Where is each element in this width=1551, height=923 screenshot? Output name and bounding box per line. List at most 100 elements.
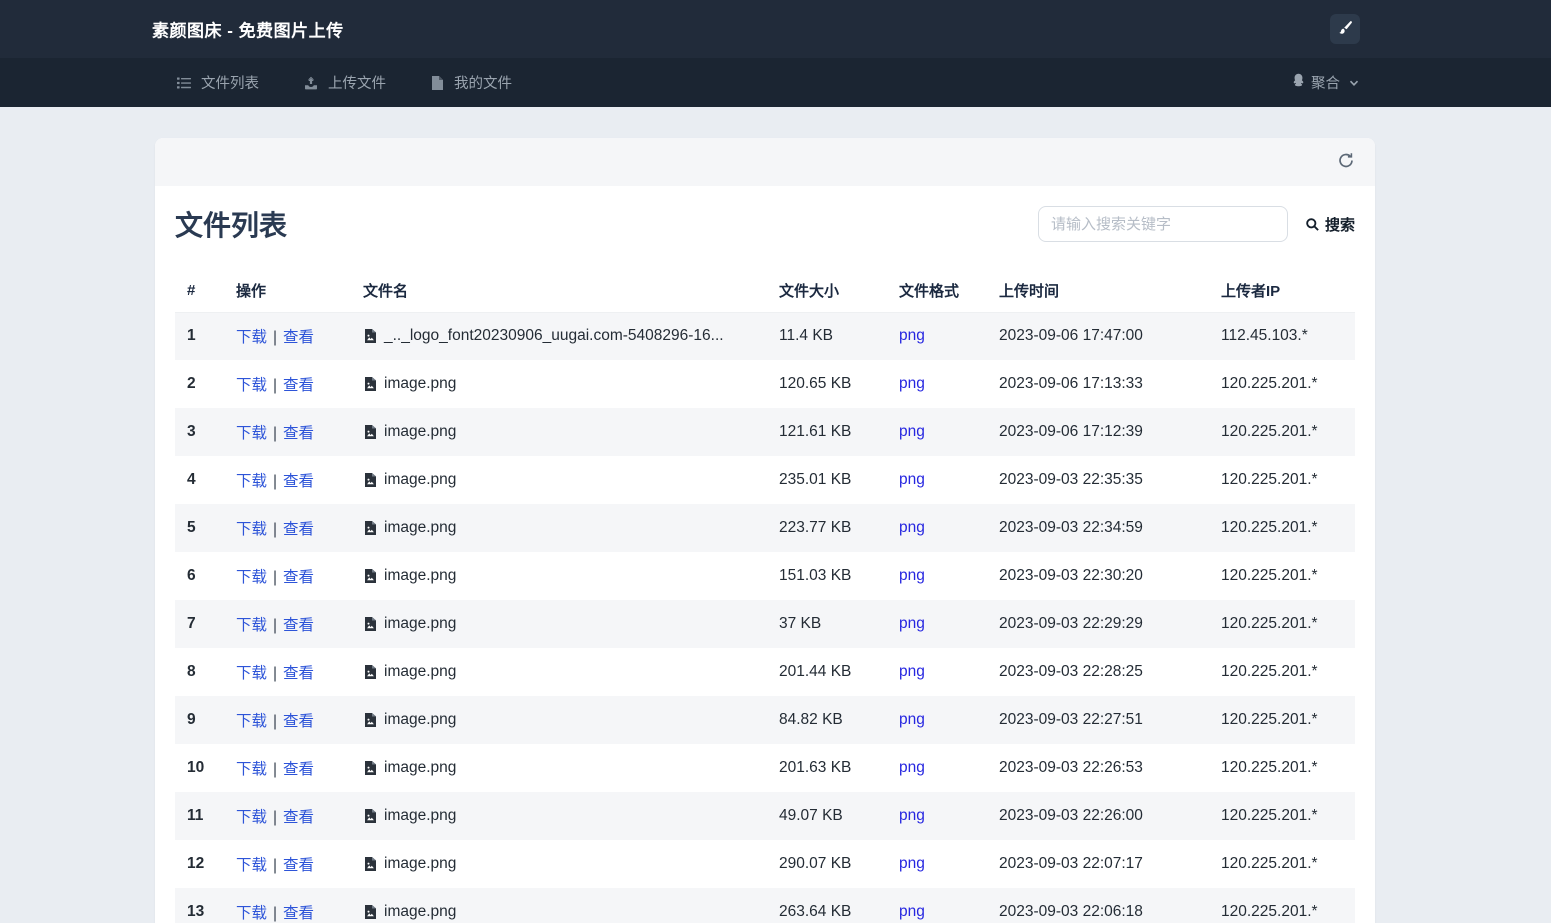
row-actions: 下载 | 查看: [224, 600, 351, 648]
download-link[interactable]: 下载: [236, 617, 267, 634]
format-link[interactable]: png: [899, 759, 925, 776]
action-separator: |: [273, 905, 278, 922]
col-header-ip: 上传者IP: [1209, 270, 1355, 313]
row-ip: 112.45.103.*: [1221, 327, 1308, 345]
view-link[interactable]: 查看: [283, 665, 314, 682]
row-filename-cell: image.png: [351, 840, 767, 888]
format-link[interactable]: png: [899, 711, 925, 728]
row-ip: 120.225.201.*: [1221, 423, 1318, 440]
table-row: 5 下载 | 查看 image.png 223.77 KB png 2023-09-…: [175, 504, 1355, 552]
download-link[interactable]: 下载: [236, 713, 267, 730]
view-link[interactable]: 查看: [283, 809, 314, 826]
download-link[interactable]: 下载: [236, 377, 267, 394]
download-link[interactable]: 下载: [236, 425, 267, 442]
view-link[interactable]: 查看: [283, 473, 314, 490]
view-link[interactable]: 查看: [283, 377, 314, 394]
row-time: 2023-09-03 22:27:51: [999, 711, 1143, 728]
row-time: 2023-09-03 22:07:17: [999, 855, 1143, 872]
theme-toggle-button[interactable]: [1330, 14, 1360, 44]
download-link[interactable]: 下载: [236, 521, 267, 538]
view-link[interactable]: 查看: [283, 905, 314, 922]
row-filename-cell: image.png: [351, 888, 767, 923]
nav-item-label: 上传文件: [328, 76, 386, 92]
format-link[interactable]: png: [899, 519, 925, 536]
download-link[interactable]: 下载: [236, 761, 267, 778]
row-actions: 下载 | 查看: [224, 408, 351, 456]
action-separator: |: [273, 569, 278, 586]
format-link[interactable]: png: [899, 903, 925, 920]
refresh-button[interactable]: [1335, 150, 1357, 175]
format-link[interactable]: png: [899, 807, 925, 824]
view-link[interactable]: 查看: [283, 713, 314, 730]
view-link[interactable]: 查看: [283, 329, 314, 346]
file-table: # 操作 文件名 文件大小 文件格式 上传时间 上传者IP 1 下载 | 查看: [175, 270, 1355, 923]
row-filename-cell: image.png: [351, 360, 767, 408]
filename: image.png: [384, 710, 457, 728]
format-link[interactable]: png: [899, 663, 925, 680]
download-link[interactable]: 下载: [236, 857, 267, 874]
user-menu[interactable]: 聚合: [1290, 58, 1360, 107]
col-header-time: 上传时间: [987, 270, 1209, 313]
table-row: 12 下载 | 查看 image.png 290.07 KB png 2023-09…: [175, 840, 1355, 888]
table-row: 8 下载 | 查看 image.png 201.44 KB png 2023-09-…: [175, 648, 1355, 696]
view-link[interactable]: 查看: [283, 761, 314, 778]
search-input[interactable]: [1037, 206, 1288, 242]
action-separator: |: [273, 425, 278, 442]
row-format: png: [887, 600, 987, 648]
nav-items: 文件列表 上传文件 我的文件: [176, 58, 556, 107]
view-link[interactable]: 查看: [283, 521, 314, 538]
download-link[interactable]: 下载: [236, 665, 267, 682]
format-link[interactable]: png: [899, 375, 925, 392]
row-format: png: [887, 840, 987, 888]
format-link[interactable]: png: [899, 423, 925, 440]
action-separator: |: [273, 329, 278, 347]
upload-icon: [303, 75, 319, 91]
row-index: 13: [187, 903, 205, 920]
row-size: 201.44 KB: [779, 663, 852, 680]
col-header-action: 操作: [224, 270, 351, 313]
col-header-format: 文件格式: [887, 270, 987, 313]
search-button[interactable]: 搜索: [1305, 214, 1355, 235]
row-filename-cell: image.png: [351, 792, 767, 840]
download-link[interactable]: 下载: [236, 905, 267, 922]
nav-item-label: 文件列表: [201, 76, 259, 92]
search-group: 搜索: [1037, 206, 1355, 242]
download-link[interactable]: 下载: [236, 329, 267, 346]
view-link[interactable]: 查看: [283, 425, 314, 442]
table-row: 10 下载 | 查看 image.png 201.63 KB png 2023-09…: [175, 744, 1355, 792]
row-time: 2023-09-06 17:12:39: [999, 423, 1143, 440]
row-time: 2023-09-03 22:30:20: [999, 567, 1143, 584]
download-link[interactable]: 下载: [236, 569, 267, 586]
list-icon: [176, 75, 192, 91]
table-row: 13 下载 | 查看 image.png 263.64 KB png 2023-09…: [175, 888, 1355, 923]
format-link[interactable]: png: [899, 855, 925, 872]
nav-item-file-list[interactable]: 文件列表: [176, 72, 259, 93]
view-link[interactable]: 查看: [283, 617, 314, 634]
nav-item-upload[interactable]: 上传文件: [303, 72, 386, 93]
row-format: png: [887, 408, 987, 456]
format-link[interactable]: png: [899, 615, 925, 632]
row-format: png: [887, 792, 987, 840]
image-file-icon: [363, 904, 378, 920]
panel-top-row: 文件列表 搜索: [175, 204, 1355, 244]
row-ip: 120.225.201.*: [1221, 711, 1318, 728]
format-link[interactable]: png: [899, 567, 925, 584]
row-index: 5: [187, 519, 196, 536]
row-ip: 120.225.201.*: [1221, 567, 1318, 584]
nav-item-my-files[interactable]: 我的文件: [430, 72, 512, 93]
row-time: 2023-09-06 17:47:00: [999, 327, 1143, 345]
view-link[interactable]: 查看: [283, 569, 314, 586]
download-link[interactable]: 下载: [236, 809, 267, 826]
row-time: 2023-09-03 22:28:25: [999, 663, 1143, 680]
format-link[interactable]: png: [899, 327, 925, 344]
download-link[interactable]: 下载: [236, 473, 267, 490]
row-index: 3: [187, 423, 196, 440]
format-link[interactable]: png: [899, 471, 925, 488]
row-ip: 120.225.201.*: [1221, 471, 1318, 488]
action-separator: |: [273, 665, 278, 682]
view-link[interactable]: 查看: [283, 857, 314, 874]
row-ip: 120.225.201.*: [1221, 663, 1318, 680]
row-index: 7: [187, 615, 196, 632]
row-filename-cell: image.png: [351, 552, 767, 600]
row-index: 9: [187, 711, 196, 728]
